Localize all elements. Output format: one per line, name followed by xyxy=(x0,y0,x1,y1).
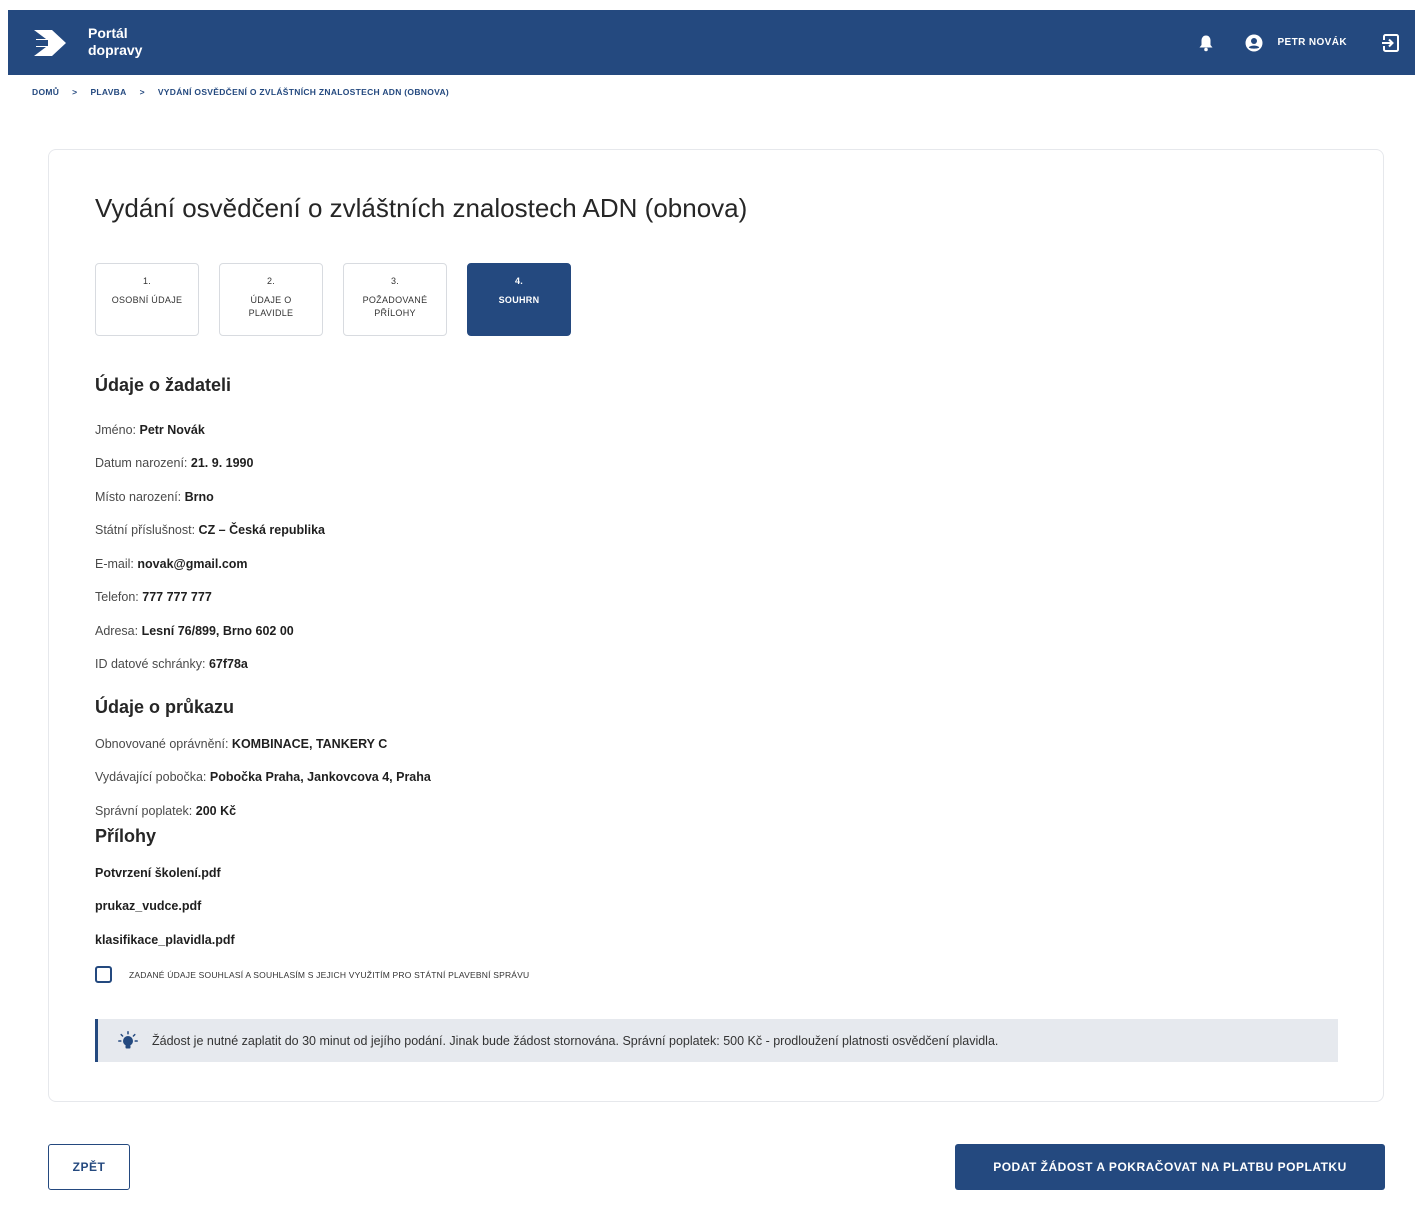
user-name[interactable]: PETR NOVÁK xyxy=(1277,37,1347,48)
submit-and-pay-button[interactable]: PODAT ŽÁDOST A POKRAČOVAT NA PLATBU POPL… xyxy=(955,1144,1385,1190)
step-number: 3. xyxy=(390,276,400,286)
attachments-heading: Přílohy xyxy=(95,826,157,846)
consent-checkbox[interactable] xyxy=(95,966,112,983)
top-bar: Portál dopravy PETR NOVÁK xyxy=(8,10,1415,75)
field-value: 67f78a xyxy=(208,657,248,671)
applicant-name-row: Jméno: Petr Novák xyxy=(95,423,205,437)
lightbulb-icon xyxy=(118,1030,138,1048)
field-label: Datum narození: xyxy=(95,456,188,470)
license-branch-row: Vydávající pobočka: Pobočka Praha, Janko… xyxy=(95,770,431,784)
step-4-active[interactable]: 4. SOUHRN xyxy=(467,263,571,336)
attachment-file[interactable]: klasifikace_plavidla.pdf xyxy=(95,933,235,947)
step-number: 2. xyxy=(266,276,276,286)
field-value: Pobočka Praha, Jankovcova 4, Praha xyxy=(209,770,431,784)
attachment-file[interactable]: Potvrzení školení.pdf xyxy=(95,866,221,880)
breadcrumb-current: VYDÁNÍ OSVĚDČENÍ O ZVLÁŠTNÍCH ZNALOSTECH… xyxy=(157,87,450,97)
info-notice: Žádost je nutné zaplatit do 30 minut od … xyxy=(95,1019,1338,1062)
field-value: novak@gmail.com xyxy=(137,557,248,571)
back-button[interactable]: ZPĚT xyxy=(48,1144,130,1190)
step-2[interactable]: 2. ÚDAJE O PLAVIDLE xyxy=(219,263,323,336)
applicant-birthplace-row: Místo narození: Brno xyxy=(95,490,214,504)
step-label: ÚDAJE O PLAVIDLE xyxy=(248,295,294,318)
step-label: OSOBNÍ ÚDAJE xyxy=(111,295,183,305)
breadcrumb-home[interactable]: DOMŮ xyxy=(32,87,59,97)
bell-icon[interactable] xyxy=(1197,34,1215,52)
field-label: Vydávající pobočka: xyxy=(95,770,207,784)
consent-checkbox-row[interactable]: ZADANÉ ÚDAJE SOUHLASÍ A SOUHLASÍM S JEJI… xyxy=(95,966,529,983)
field-value: 21. 9. 1990 xyxy=(190,456,254,470)
applicant-databox-row: ID datové schránky: 67f78a xyxy=(95,657,248,671)
account-circle-icon[interactable] xyxy=(1245,34,1263,52)
step-label: POŽADOVANÉ PŘÍLOHY xyxy=(362,295,428,318)
applicant-birthdate-row: Datum narození: 21. 9. 1990 xyxy=(95,456,253,470)
brand-title[interactable]: Portál dopravy xyxy=(88,25,142,59)
field-label: E-mail: xyxy=(95,557,134,571)
field-value: Lesní 76/899, Brno 602 00 xyxy=(141,624,294,638)
step-number: 1. xyxy=(142,276,152,286)
field-label: ID datové schránky: xyxy=(95,657,206,671)
attachment-file[interactable]: prukaz_vudce.pdf xyxy=(95,899,201,913)
license-heading: Údaje o průkazu xyxy=(95,697,235,717)
applicant-heading: Údaje o žadateli xyxy=(95,375,232,395)
consent-label[interactable]: ZADANÉ ÚDAJE SOUHLASÍ A SOUHLASÍM S JEJI… xyxy=(129,970,529,980)
field-label: Jméno: xyxy=(95,423,136,437)
field-value: KOMBINACE, TANKERY C xyxy=(231,737,388,751)
field-label: Státní příslušnost: xyxy=(95,523,196,537)
applicant-email-row: E-mail: novak@gmail.com xyxy=(95,557,248,571)
breadcrumb-plavba[interactable]: PLAVBA xyxy=(90,87,126,97)
field-label: Místo narození: xyxy=(95,490,182,504)
license-permission-row: Obnovované oprávnění: KOMBINACE, TANKERY… xyxy=(95,737,387,751)
field-label: Adresa: xyxy=(95,624,139,638)
field-value: 200 Kč xyxy=(195,804,237,818)
notice-text: Žádost je nutné zaplatit do 30 minut od … xyxy=(152,1033,999,1048)
brand-line-2: dopravy xyxy=(88,42,143,58)
field-value: Brno xyxy=(184,490,214,504)
step-number: 4. xyxy=(514,276,524,286)
field-label: Správní poplatek: xyxy=(95,804,193,818)
brand-line-1: Portál xyxy=(88,25,128,41)
field-label: Telefon: xyxy=(95,590,139,604)
step-3[interactable]: 3. POŽADOVANÉ PŘÍLOHY xyxy=(343,263,447,336)
breadcrumb: DOMŮ > PLAVBA > VYDÁNÍ OSVĚDČENÍ O ZVLÁŠ… xyxy=(32,87,449,97)
logo-arrow-icon[interactable] xyxy=(32,26,70,60)
applicant-address-row: Adresa: Lesní 76/899, Brno 602 00 xyxy=(95,624,294,638)
page-title: Vydání osvědčení o zvláštních znalostech… xyxy=(95,193,748,223)
field-value: Petr Novák xyxy=(139,423,205,437)
logout-icon[interactable] xyxy=(1381,33,1401,53)
breadcrumb-separator: > xyxy=(139,87,145,97)
field-label: Obnovované oprávnění: xyxy=(95,737,229,751)
field-value: CZ – Česká republika xyxy=(198,523,325,537)
applicant-phone-row: Telefon: 777 777 777 xyxy=(95,590,212,604)
applicant-nationality-row: Státní příslušnost: CZ – Česká republika xyxy=(95,523,325,537)
stepper: 1. OSOBNÍ ÚDAJE 2. ÚDAJE O PLAVIDLE 3. P… xyxy=(95,263,591,336)
step-1[interactable]: 1. OSOBNÍ ÚDAJE xyxy=(95,263,199,336)
breadcrumb-separator: > xyxy=(72,87,78,97)
step-label: SOUHRN xyxy=(498,295,540,305)
license-fee-row: Správní poplatek: 200 Kč xyxy=(95,804,236,818)
field-value: 777 777 777 xyxy=(142,590,212,604)
